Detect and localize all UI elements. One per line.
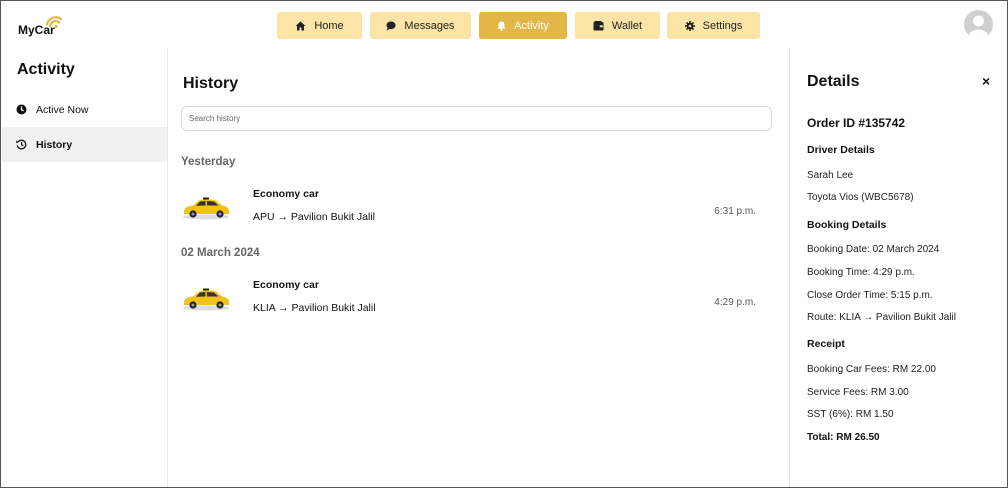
service-fees: Service Fees: RM 3.00 xyxy=(807,387,909,398)
gear-icon xyxy=(684,20,695,31)
home-icon xyxy=(295,21,306,30)
sidebar-item-label: History xyxy=(36,138,73,151)
page-title: History xyxy=(183,75,239,92)
nav-messages-button[interactable]: Messages xyxy=(370,12,471,39)
nav-wallet-label: Wallet xyxy=(611,19,643,32)
booking-details-heading: Booking Details xyxy=(807,219,887,231)
booking-fees: Booking Car Fees: RM 22.00 xyxy=(807,364,936,375)
trip-row[interactable]: Economy car KLIA → Pavilion Bukit Jalil … xyxy=(181,277,776,325)
history-panel: History Yesterday Economy car APU → Pavi… xyxy=(168,49,789,487)
sidebar-item-label: Active Now xyxy=(36,103,89,116)
driver-name: Sarah Lee xyxy=(807,170,854,181)
trip-route: APU → Pavilion Bukit Jalil xyxy=(253,211,375,223)
clock-icon xyxy=(16,104,27,115)
user-icon xyxy=(968,15,989,39)
logo[interactable]: MyCar xyxy=(18,15,68,39)
nav-activity-button[interactable]: Activity xyxy=(479,12,567,39)
chat-bubble-icon xyxy=(386,21,397,31)
nav-wallet-button[interactable]: Wallet xyxy=(575,12,660,39)
nav-settings-label: Settings xyxy=(702,19,743,32)
nav-settings-button[interactable]: Settings xyxy=(667,12,760,39)
vehicle-info: Toyota Vios (WBC5678) xyxy=(807,192,914,203)
details-panel: Details × Order ID #135742 Driver Detail… xyxy=(789,49,1007,487)
close-order-time: Close Order Time: 5:15 p.m. xyxy=(807,290,933,301)
logo-text: MyCar xyxy=(18,23,55,37)
date-group-label: Yesterday xyxy=(181,156,236,168)
trip-time: 6:31 p.m. xyxy=(714,206,756,217)
sidebar-title: Activity xyxy=(17,61,75,78)
driver-details-heading: Driver Details xyxy=(807,144,875,156)
avatar[interactable] xyxy=(964,10,993,39)
trip-time: 4:29 p.m. xyxy=(714,297,756,308)
receipt-heading: Receipt xyxy=(807,338,845,350)
top-bar: MyCar Home Messages Activity Wallet Sett… xyxy=(1,1,1007,49)
sidebar-item-history[interactable]: History xyxy=(2,127,167,162)
sst-fee: SST (6%): RM 1.50 xyxy=(807,409,894,420)
total-amount: Total: RM 26.50 xyxy=(807,432,880,443)
details-title: Details xyxy=(807,73,860,90)
taxi-car-icon xyxy=(183,197,229,220)
nav-activity-label: Activity xyxy=(514,19,549,32)
history-icon xyxy=(16,139,27,150)
close-button[interactable]: × xyxy=(982,73,990,89)
nav-home-label: Home xyxy=(314,19,344,32)
trip-title: Economy car xyxy=(253,279,319,291)
trip-route: KLIA → Pavilion Bukit Jalil xyxy=(253,302,376,314)
app-window: MyCar Home Messages Activity Wallet Sett… xyxy=(0,0,1008,488)
nav-home-button[interactable]: Home xyxy=(277,12,362,39)
trip-title: Economy car xyxy=(253,188,319,200)
nav-messages-label: Messages xyxy=(404,19,455,32)
wallet-icon xyxy=(593,20,604,30)
order-id: Order ID #135742 xyxy=(807,116,906,130)
taxi-car-icon xyxy=(183,288,229,311)
booking-date: Booking Date: 02 March 2024 xyxy=(807,244,940,255)
sidebar-item-active-now[interactable]: Active Now xyxy=(2,92,167,127)
date-group-label: 02 March 2024 xyxy=(181,247,260,259)
search-input[interactable] xyxy=(181,106,772,131)
sidebar: Activity Active Now History xyxy=(2,49,168,487)
bell-icon xyxy=(497,21,506,31)
booking-time: Booking Time: 4:29 p.m. xyxy=(807,267,915,278)
route: Route: KLIA → Pavilion Bukit Jalil xyxy=(807,312,956,323)
trip-row[interactable]: Economy car APU → Pavilion Bukit Jalil 6… xyxy=(181,186,776,234)
